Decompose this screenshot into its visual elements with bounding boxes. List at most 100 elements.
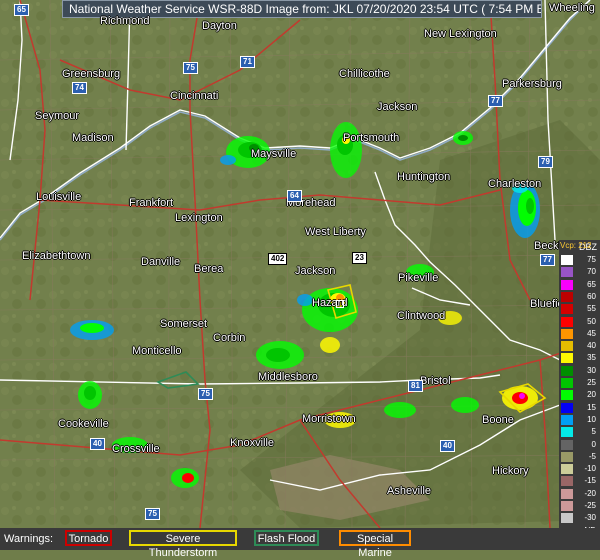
city-label: Knoxville — [230, 437, 275, 449]
city-label: Maysville — [251, 148, 297, 160]
legend-value: -15 — [584, 476, 596, 486]
legend-swatch — [561, 464, 573, 475]
legend-row: 35 — [559, 352, 600, 364]
legend-row: 20 — [559, 389, 600, 401]
city-label: Parkersburg — [502, 78, 562, 90]
echo-middlesboro — [256, 341, 304, 369]
interstate-shield: 75 — [145, 508, 160, 520]
city-label: Richmond — [100, 15, 150, 27]
interstate-shield: 64 — [287, 190, 302, 202]
legend-value: 20 — [587, 390, 596, 400]
severe-thunderstorm-warning-key: Severe Thunderstorm — [129, 530, 237, 559]
legend-swatch — [561, 427, 573, 438]
legend-value: -5 — [588, 451, 596, 461]
city-label: Lexington — [175, 212, 223, 224]
city-label: West Liberty — [305, 226, 366, 238]
interstate-shield: 75 — [198, 388, 213, 400]
legend-swatch — [561, 488, 573, 499]
city-label: Middlesboro — [258, 371, 318, 383]
legend-swatch — [561, 328, 573, 339]
legend-row: 65 — [559, 279, 600, 291]
legend-value: 15 — [587, 402, 596, 412]
interstate-shield: 77 — [540, 254, 555, 266]
legend-swatch — [561, 316, 573, 327]
legend-row: 60 — [559, 291, 600, 303]
legend-row: 75 — [559, 254, 600, 266]
city-label: Pikeville — [398, 272, 439, 284]
city-label: Madison — [72, 132, 114, 144]
interstate-shield: 65 — [14, 4, 29, 16]
interstate-shield: 40 — [440, 440, 455, 452]
legend-row: 25 — [559, 377, 600, 389]
legend-row: 0 — [559, 439, 600, 451]
city-label: Chillicothe — [339, 68, 390, 80]
echo-portsmouth — [330, 122, 362, 178]
city-label: Cookeville — [58, 418, 109, 430]
city-label: Jackson — [377, 101, 418, 113]
legend-swatch — [561, 390, 573, 401]
legend-value: -20 — [584, 488, 596, 498]
legend-row: -20 — [559, 488, 600, 500]
city-label: New Lexington — [424, 28, 497, 40]
legend-row: 55 — [559, 303, 600, 315]
legend-value: 75 — [587, 255, 596, 264]
city-label: Wheeling — [549, 2, 595, 14]
legend-value: 40 — [587, 341, 596, 351]
flash-flood-warning-key: Flash Flood — [254, 530, 319, 546]
legend-row: 10 — [559, 414, 600, 426]
city-label: Huntington — [397, 171, 451, 183]
city-label: Somerset — [160, 318, 208, 330]
city-label: Elizabethtown — [22, 250, 91, 262]
city-label: Asheville — [387, 485, 432, 497]
radar-site-marker — [336, 300, 344, 308]
dbz-legend: DBZ 75 70 65 60 55 50 45 40 35 30 25 20 15 10 5 0 -5 -10-… — [559, 240, 600, 540]
city-label: Greensburg — [62, 68, 121, 80]
echo-charleston — [510, 182, 540, 238]
interstate-shield: 74 — [72, 82, 87, 94]
warnings-footer: Warnings: Tornado Severe Thunderstorm Fl… — [0, 528, 600, 559]
legend-swatch — [561, 451, 573, 462]
special-marine-warning-key: Special Marine — [339, 530, 411, 559]
legend-swatch — [561, 513, 573, 524]
legend-value: -30 — [584, 513, 596, 523]
city-label: Boone — [482, 414, 514, 426]
legend-row: -25 — [559, 500, 600, 512]
city-label: Clintwood — [397, 310, 446, 322]
legend-row: 40 — [559, 340, 600, 352]
city-label: Crossville — [112, 443, 160, 455]
legend-row: -10 — [559, 463, 600, 475]
legend-value: 55 — [587, 304, 596, 314]
legend-row: 15 — [559, 402, 600, 414]
legend-value: 5 — [591, 427, 596, 437]
legend-swatch — [561, 279, 573, 290]
legend-value: 70 — [587, 267, 596, 277]
legend-row: -5 — [559, 451, 600, 463]
echo-cookeville — [78, 381, 102, 409]
legend-value: 10 — [587, 414, 596, 424]
city-label: Hickory — [492, 465, 529, 477]
city-label: Seymour — [35, 110, 80, 122]
us-route-shield: 402 — [268, 253, 288, 265]
legend-value: -25 — [584, 501, 596, 510]
legend-swatch — [561, 267, 573, 278]
interstate-shield: 71 — [240, 56, 255, 68]
legend-value: 35 — [587, 353, 596, 363]
legend-swatch — [561, 501, 573, 511]
legend-row: -30 — [559, 512, 600, 524]
legend-value: 65 — [587, 279, 596, 289]
legend-value: -10 — [584, 464, 596, 474]
legend-value: 45 — [587, 328, 596, 338]
interstate-shield: 75 — [183, 62, 198, 74]
city-label: Louisville — [36, 191, 82, 203]
legend-value: 25 — [587, 378, 596, 387]
legend-swatch — [561, 291, 573, 302]
city-label: Bristol — [420, 375, 451, 387]
warnings-label: Warnings: — [4, 533, 54, 545]
city-label: Morristown — [302, 413, 356, 425]
legend-value: 0 — [591, 439, 596, 449]
legend-row: 45 — [559, 328, 600, 340]
city-label: Cincinnati — [170, 90, 219, 102]
city-label: Charleston — [488, 178, 542, 190]
city-label: Frankfort — [129, 197, 174, 209]
legend-swatch — [561, 439, 573, 450]
